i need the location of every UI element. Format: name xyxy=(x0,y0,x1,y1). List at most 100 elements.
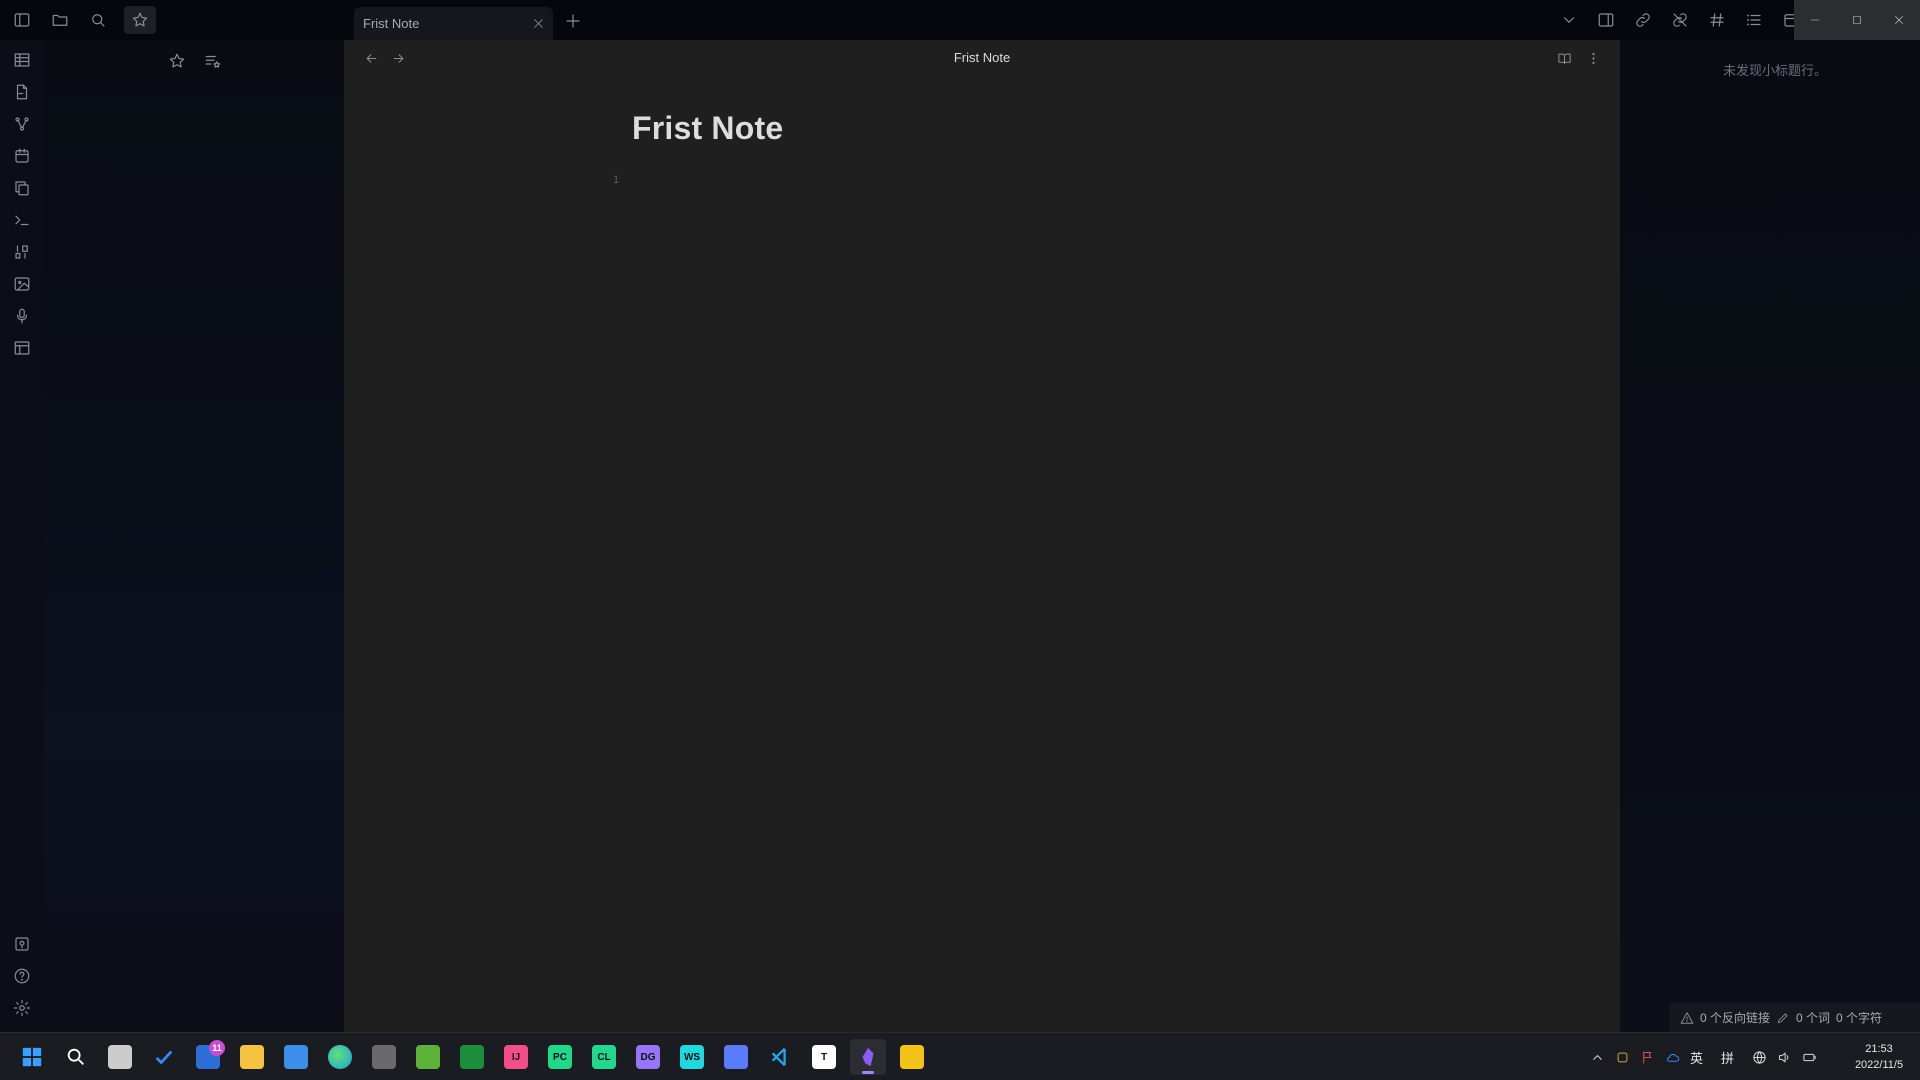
hash-icon[interactable] xyxy=(1698,0,1735,40)
sidebar-actions xyxy=(166,50,224,72)
taskbar-app-clion[interactable]: CL xyxy=(586,1039,622,1075)
outline-empty-message: 未发现小标题行。 xyxy=(1722,63,1827,78)
taskbar-app-search[interactable] xyxy=(58,1039,94,1075)
taskbar-app-vscode[interactable] xyxy=(762,1039,798,1075)
search-icon[interactable] xyxy=(86,8,110,32)
taskbar-app-app-gray[interactable] xyxy=(366,1039,402,1075)
editor-header: Frist Note xyxy=(344,40,1620,76)
taskbar-app-datagrip[interactable]: DG xyxy=(630,1039,666,1075)
taskbar-app-typora[interactable]: T xyxy=(806,1039,842,1075)
tab-title: Frist Note xyxy=(363,16,420,31)
titlebar-right-actions xyxy=(1550,0,1809,40)
intellij-icon: IJ xyxy=(504,1045,528,1069)
pencil-icon[interactable] xyxy=(1776,1011,1790,1025)
note-title[interactable]: Frist Note xyxy=(632,110,783,147)
taskbar-app-edge[interactable] xyxy=(322,1039,358,1075)
new-tab-icon[interactable] xyxy=(562,10,584,32)
task-view-icon xyxy=(108,1045,132,1069)
right-sidebar-outline: 未发现小标题行。 xyxy=(1620,40,1920,1032)
volume-icon[interactable] xyxy=(1777,1050,1792,1065)
sort-numeric-icon[interactable] xyxy=(11,241,33,263)
settings-icon[interactable] xyxy=(11,997,33,1019)
calendar-icon[interactable] xyxy=(11,145,33,167)
minimize-icon[interactable] xyxy=(1794,0,1836,40)
app-tray-icon[interactable] xyxy=(1615,1050,1630,1065)
title-bar: Frist Note xyxy=(0,0,1920,40)
battery-icon[interactable] xyxy=(1802,1050,1817,1065)
taskbar-app-store[interactable] xyxy=(278,1039,314,1075)
warning-icon[interactable] xyxy=(1680,1011,1694,1025)
folder-icon[interactable] xyxy=(48,8,72,32)
more-options-icon[interactable] xyxy=(1583,48,1603,68)
taskbar-app-potplayer[interactable] xyxy=(894,1039,930,1075)
unlink-icon[interactable] xyxy=(1661,0,1698,40)
taskbar-app-app-green[interactable] xyxy=(410,1039,446,1075)
app-gray-icon xyxy=(372,1045,396,1069)
obsidian-icon xyxy=(856,1045,880,1069)
flag-tray-icon[interactable] xyxy=(1640,1050,1655,1065)
status-bar: 0 个反向链接 0 个词 0 个字符 xyxy=(1670,1003,1920,1032)
taskbar-app-task-view[interactable] xyxy=(102,1039,138,1075)
word-count: 0 个词 xyxy=(1796,1011,1831,1025)
clock-date: 2022/11/5 xyxy=(1854,1059,1904,1071)
vim-icon xyxy=(460,1045,484,1069)
taskbar-app-obsidian[interactable] xyxy=(850,1039,886,1075)
taskbar-app-intellij[interactable]: IJ xyxy=(498,1039,534,1075)
potplayer-icon xyxy=(900,1045,924,1069)
image-icon[interactable] xyxy=(11,273,33,295)
editor-header-title[interactable]: Frist Note xyxy=(344,50,1620,65)
taskbar-app-teams[interactable]: 11 xyxy=(190,1039,226,1075)
taskbar-app-pycharm[interactable]: PC xyxy=(542,1039,578,1075)
tab-frist-note[interactable]: Frist Note xyxy=(354,7,553,40)
taskbar-app-todo[interactable] xyxy=(146,1039,182,1075)
chevron-up-icon[interactable] xyxy=(1590,1050,1605,1065)
line-number: 1 xyxy=(613,174,620,186)
microphone-icon[interactable] xyxy=(11,305,33,327)
taskbar-app-app-blue[interactable] xyxy=(718,1039,754,1075)
taskbar-apps: 11 IJ PC CL DG WS T xyxy=(14,1033,930,1080)
chevron-down-icon[interactable] xyxy=(1550,0,1587,40)
split-view-icon[interactable] xyxy=(1587,0,1624,40)
sidebar-toggle-icon[interactable] xyxy=(10,8,34,32)
star-icon[interactable] xyxy=(124,6,156,34)
ribbon xyxy=(0,40,44,1032)
terminal-icon[interactable] xyxy=(11,209,33,231)
system-clock[interactable]: 21:53 2022/11/5 xyxy=(1846,1041,1912,1073)
app-blue-icon xyxy=(724,1045,748,1069)
notification-badge: 11 xyxy=(209,1040,225,1056)
search-icon xyxy=(64,1045,88,1069)
layout-icon[interactable] xyxy=(11,337,33,359)
vscode-icon xyxy=(768,1045,792,1069)
clion-icon: CL xyxy=(592,1045,616,1069)
ime-lang-english[interactable]: 英 xyxy=(1690,1048,1703,1067)
book-open-icon[interactable] xyxy=(1554,48,1574,68)
file-explorer-icon xyxy=(240,1045,264,1069)
taskbar-app-file-explorer[interactable] xyxy=(234,1039,270,1075)
char-count: 0 个字符 xyxy=(1836,1011,1883,1025)
vault-icon[interactable] xyxy=(11,933,33,955)
help-icon[interactable] xyxy=(11,965,33,987)
graph-icon[interactable] xyxy=(11,113,33,135)
app-green-icon xyxy=(416,1045,440,1069)
ime-lang-pinyin[interactable]: 拼 xyxy=(1721,1048,1734,1067)
list-star-icon[interactable] xyxy=(202,50,224,72)
datagrip-icon: DG xyxy=(636,1045,660,1069)
cloud-icon[interactable] xyxy=(1665,1050,1680,1065)
window-controls xyxy=(1794,0,1920,40)
globe-icon[interactable] xyxy=(1752,1050,1767,1065)
maximize-icon[interactable] xyxy=(1836,0,1878,40)
file-import-icon[interactable] xyxy=(11,81,33,103)
list-icon[interactable] xyxy=(1735,0,1772,40)
copy-icon[interactable] xyxy=(11,177,33,199)
backlinks-count[interactable]: 0 个反向链接 xyxy=(1700,1009,1770,1026)
link-icon[interactable] xyxy=(1624,0,1661,40)
close-tab-icon[interactable] xyxy=(532,17,545,30)
taskbar: 11 IJ PC CL DG WS T 英 拼 21:53 2022/11/5 xyxy=(0,1032,1920,1080)
table-icon[interactable] xyxy=(11,49,33,71)
taskbar-app-vim[interactable] xyxy=(454,1039,490,1075)
taskbar-app-start[interactable] xyxy=(14,1039,50,1075)
star-icon[interactable] xyxy=(166,50,188,72)
clock-time: 21:53 xyxy=(1865,1043,1893,1055)
close-icon[interactable] xyxy=(1878,0,1920,40)
taskbar-app-webstorm[interactable]: WS xyxy=(674,1039,710,1075)
